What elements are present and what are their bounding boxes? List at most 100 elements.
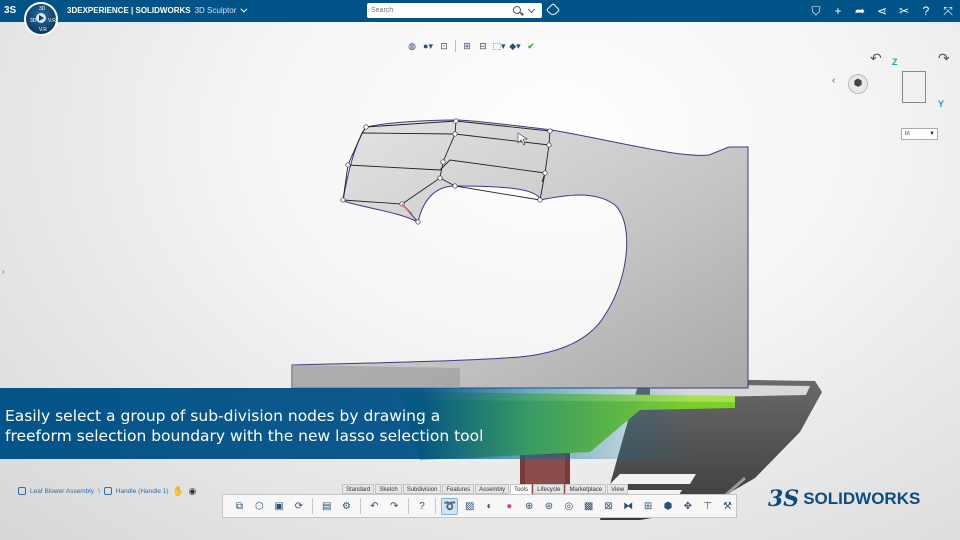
tab-standard[interactable]: Standard	[342, 484, 375, 494]
rotate-left-icon[interactable]: ↶	[870, 50, 882, 67]
image-icon[interactable]: ▨	[461, 498, 478, 515]
caption-line-1: Easily select a group of sub-division no…	[5, 407, 441, 425]
breadcrumb-item-part[interactable]: Handle (Handle 1)	[116, 488, 169, 495]
mesh-node[interactable]	[340, 197, 346, 203]
help-icon[interactable]: ?	[414, 498, 431, 515]
mesh-node[interactable]	[452, 131, 458, 137]
assembly-icon	[18, 487, 26, 495]
lasso-select-icon[interactable]: ✋	[173, 485, 185, 497]
mesh-node[interactable]	[452, 183, 458, 189]
view-navigation: ↶ ↷ ‹ ⬢ Z Y	[826, 50, 956, 110]
open-icon[interactable]: ⬡	[251, 498, 268, 515]
mesh-node[interactable]	[547, 128, 553, 134]
fullscreen-icon[interactable]: ⤧	[940, 3, 956, 19]
pattern-icon[interactable]: ⊞	[640, 498, 657, 515]
tab-marketplace[interactable]: Marketplace	[565, 484, 607, 494]
mesh-node[interactable]	[453, 118, 459, 124]
hatch-icon[interactable]: ▩	[580, 498, 597, 515]
app-brand[interactable]: 3DEXPERIENCE | SOLIDWORKS 3D Sculptor	[67, 0, 248, 22]
selection-filter-icon[interactable]: ⬚▾	[492, 39, 506, 53]
toolbar-separator	[312, 498, 314, 514]
view-settings-icon[interactable]: ⊟	[476, 39, 490, 53]
confirm-check-icon[interactable]: ✔	[524, 39, 538, 53]
help-icon[interactable]: ?	[918, 3, 934, 19]
view-cube[interactable]	[902, 71, 926, 103]
share-arrow-icon[interactable]: ➦	[852, 3, 868, 19]
hide-show-icon[interactable]: ◉	[189, 485, 201, 497]
measure-icon[interactable]: ⊕	[521, 498, 538, 515]
chevron-down-icon	[240, 5, 248, 13]
appearance-icon[interactable]: ●	[501, 498, 518, 515]
component-icon[interactable]: ⬢	[660, 498, 677, 515]
toolbar-separator	[359, 498, 361, 514]
compass-label-bottom: V.R	[39, 27, 47, 33]
z-axis-label: Z	[892, 57, 898, 67]
caption-line-2: freeform selection boundary with the new…	[5, 427, 484, 445]
model-canvas[interactable]	[0, 22, 960, 540]
check-icon[interactable]: ◎	[560, 498, 577, 515]
vent-slot-1	[610, 474, 696, 484]
top-bar: 3S 3D V.R V.R 3D 3DEXPERIENCE | SOLIDWOR…	[0, 0, 960, 36]
command-manager-tabs: Standard Sketch Subdivision Features Ass…	[342, 484, 629, 494]
logo-mark: 3S	[768, 486, 800, 512]
clipboard-icon[interactable]: ▤	[318, 498, 335, 515]
mesh-node[interactable]	[437, 175, 443, 181]
search-box[interactable]	[367, 3, 542, 18]
compass-label-right: V.R	[48, 18, 56, 24]
mirror-icon[interactable]: ⧓	[620, 498, 637, 515]
section-icon[interactable]: ⊠	[600, 498, 617, 515]
tab-view[interactable]: View	[607, 484, 629, 494]
customize-icon[interactable]: ⚒	[719, 498, 736, 515]
heads-up-view-toolbar: ◍ ●▾ ⊡ ⊞ ⊟ ⬚▾ ◆▾ ✔	[405, 38, 538, 54]
compass-icon[interactable]: 3D V.R V.R 3D	[24, 2, 58, 36]
mesh-node[interactable]	[415, 219, 421, 225]
tab-subdivision[interactable]: Subdivision	[402, 484, 442, 494]
mesh-node[interactable]	[440, 159, 446, 165]
undo-icon[interactable]: ↶	[366, 498, 383, 515]
view-cube-icon[interactable]: ⬢	[848, 74, 868, 94]
lasso-select-tool-icon[interactable]: ➰	[441, 497, 459, 515]
display-style-icon[interactable]: ●▾	[421, 39, 435, 53]
mesh-node[interactable]	[542, 170, 548, 176]
sync-icon[interactable]: ⟳	[290, 498, 307, 515]
mesh-node[interactable]	[537, 197, 543, 203]
filter-icon[interactable]: ⊤	[699, 498, 716, 515]
toolbar-separator	[435, 498, 437, 514]
tab-lifecycle[interactable]: Lifecycle	[533, 484, 565, 494]
mesh-node[interactable]	[546, 142, 552, 148]
tab-assembly[interactable]: Assembly	[475, 484, 510, 494]
search-icon[interactable]	[513, 6, 521, 14]
panel-expand-icon[interactable]: ›	[2, 267, 5, 276]
view-orientation-icon[interactable]: ◆▾	[508, 39, 522, 53]
add-icon[interactable]: +	[830, 3, 846, 19]
part-icon	[103, 487, 112, 495]
tag-icon[interactable]	[545, 2, 561, 18]
search-input[interactable]	[371, 5, 509, 16]
zoom-to-fit-icon[interactable]: ⊡	[437, 39, 451, 53]
move-icon[interactable]: ✥	[679, 498, 696, 515]
section-view-icon[interactable]: ⊞	[460, 39, 474, 53]
chevron-down-icon[interactable]	[527, 5, 536, 14]
breadcrumb-item-assembly[interactable]: Leaf Blower Assembly	[30, 488, 94, 495]
bookmark-icon[interactable]: ⛉	[808, 3, 824, 19]
mass-properties-icon[interactable]: ⊛	[541, 498, 558, 515]
dassault-logo-icon[interactable]: 3S	[4, 3, 20, 19]
handle-body[interactable]	[291, 119, 749, 389]
tab-sketch[interactable]: Sketch	[375, 484, 402, 494]
redo-icon[interactable]: ↷	[386, 498, 403, 515]
material-icon[interactable]: ◐	[481, 498, 498, 515]
orientation-triad[interactable]: Z Y	[890, 55, 950, 110]
previous-view-icon[interactable]: ◍	[405, 39, 419, 53]
tools-icon[interactable]: ✂	[896, 3, 912, 19]
network-share-icon[interactable]: ⋖	[874, 3, 890, 19]
save-icon[interactable]: ▣	[271, 498, 288, 515]
new-part-icon[interactable]: ⧉	[231, 498, 248, 515]
chevron-left-icon[interactable]: ‹	[832, 75, 835, 86]
settings-icon[interactable]: ⚙	[338, 498, 355, 515]
mesh-node[interactable]	[345, 162, 351, 168]
mesh-node[interactable]	[363, 124, 369, 130]
tab-tools[interactable]: Tools	[510, 484, 533, 494]
graphics-viewport[interactable]: ◍ ●▾ ⊡ ⊞ ⊟ ⬚▾ ◆▾ ✔ ↶ ↷ ‹ ⬢ Z Y in › Easi…	[0, 22, 960, 540]
unit-selector[interactable]: in	[901, 128, 938, 140]
tab-features[interactable]: Features	[442, 484, 475, 494]
